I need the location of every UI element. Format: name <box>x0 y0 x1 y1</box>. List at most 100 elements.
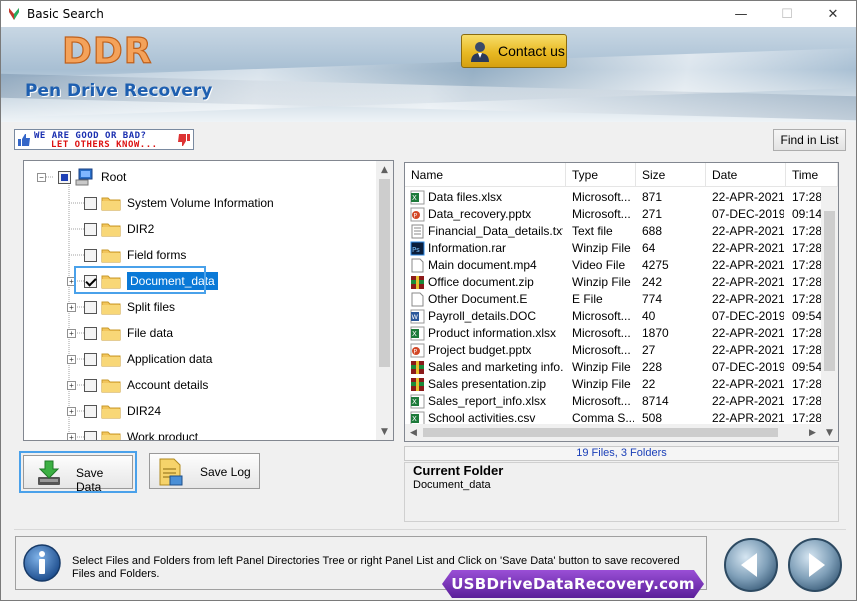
file-list-row[interactable]: X Data files.xlsx Microsoft... 871 22-APR-20… <box>405 189 822 206</box>
tree-item[interactable]: + Split files <box>67 295 176 319</box>
file-list-row[interactable]: Financial_Data_details.txt Text file 688 22… <box>405 223 822 240</box>
scroll-thumb[interactable] <box>379 179 390 367</box>
window-title: Basic Search <box>27 7 104 21</box>
expand-icon[interactable]: + <box>67 354 76 364</box>
tree-item[interactable]: + File data <box>67 321 173 345</box>
file-type: Microsoft... <box>572 309 631 323</box>
file-list-row[interactable]: Sales and marketing info.zip Winzip File 2… <box>405 359 822 376</box>
svg-text:X: X <box>412 194 417 202</box>
list-horizontal-scrollbar[interactable]: ◀ ▶ <box>405 424 821 441</box>
file-size: 688 <box>642 224 663 238</box>
folder-icon <box>101 353 121 367</box>
tree-root[interactable]: − Root <box>37 165 126 189</box>
folder-icon <box>101 379 121 393</box>
contact-us-button[interactable]: Contact us <box>461 34 567 68</box>
person-icon <box>471 42 489 62</box>
tree-item-checkbox[interactable] <box>84 222 97 236</box>
tree-item[interactable]: + Work product <box>67 425 198 440</box>
expand-icon[interactable]: + <box>67 432 76 440</box>
svg-text:X: X <box>412 415 417 423</box>
column-date[interactable]: Date <box>706 163 786 187</box>
file-type: Microsoft... <box>572 394 631 408</box>
file-list-row[interactable]: Main document.mp4 Video File 4275 22-APR-20… <box>405 257 822 274</box>
expand-icon[interactable]: + <box>67 328 76 338</box>
next-button-icon[interactable] <box>787 537 843 593</box>
file-list-row[interactable]: Sales presentation.zip Winzip File 22 22-AP… <box>405 376 822 393</box>
file-size: 242 <box>642 275 663 289</box>
file-list-row[interactable]: X Product information.xlsx Microsoft... 187… <box>405 325 822 342</box>
powerpoint-file-icon: P <box>410 343 425 358</box>
list-scroll-right-icon[interactable]: ▶ <box>804 424 821 441</box>
word-file-icon: W <box>410 309 425 324</box>
tree-item-checkbox[interactable] <box>84 248 97 262</box>
list-scroll-left-icon[interactable]: ◀ <box>405 424 422 441</box>
list-hscroll-thumb[interactable] <box>423 428 778 437</box>
tree-item-checkbox[interactable] <box>84 404 97 418</box>
tree-vertical-scrollbar[interactable]: ▲ ▼ <box>376 161 393 440</box>
file-type: Winzip File <box>572 377 631 391</box>
close-button[interactable]: ✕ <box>810 1 856 27</box>
tree-item[interactable]: + Application data <box>67 347 212 371</box>
save-log-button[interactable]: Save Log <box>149 453 260 489</box>
list-scroll-thumb[interactable] <box>824 211 835 371</box>
file-name: Product information.xlsx <box>428 326 557 340</box>
directory-tree[interactable]: − Root System Volume Information DIR2 Fiel… <box>23 160 394 441</box>
file-list-row[interactable]: Office document.zip Winzip File 242 22-APR-… <box>405 274 822 291</box>
tree-item-checkbox[interactable] <box>84 378 97 392</box>
tree-item[interactable]: + DIR24 <box>67 399 161 423</box>
scroll-down-arrow-icon[interactable]: ▼ <box>376 423 393 440</box>
column-time[interactable]: Time <box>786 163 838 187</box>
file-time: 17:28 <box>792 241 822 255</box>
file-size: 40 <box>642 309 656 323</box>
save-data-button[interactable]: Save Data <box>19 451 137 494</box>
current-folder-value: Document_data <box>413 479 491 491</box>
tree-item[interactable]: System Volume Information <box>84 191 274 215</box>
file-list[interactable]: Name Type Size Date Time X Data files.xls… <box>404 162 839 442</box>
maximize-button[interactable]: ☐ <box>764 1 810 27</box>
save-download-icon <box>38 460 60 485</box>
file-date: 22-APR-2021 <box>712 224 784 238</box>
file-time: 09:14 <box>792 207 822 221</box>
tree-item-checkbox[interactable] <box>84 430 97 440</box>
file-list-row[interactable]: Other Document.E E File 774 22-APR-2021 17:2… <box>405 291 822 308</box>
tree-item-checkbox[interactable] <box>84 352 97 366</box>
file-list-row[interactable]: W Payroll_details.DOC Microsoft... 40 07-DEC… <box>405 308 822 325</box>
expand-icon[interactable]: + <box>67 302 76 312</box>
file-list-row[interactable]: P Project budget.pptx Microsoft... 27 22-APR… <box>405 342 822 359</box>
tree-item[interactable]: DIR2 <box>84 217 154 241</box>
file-type: Winzip File <box>572 241 631 255</box>
file-size: 774 <box>642 292 663 306</box>
file-list-row[interactable]: Ps Information.rar Winzip File 64 22-APR-202… <box>405 240 822 257</box>
tree-item-checkbox[interactable] <box>84 326 97 340</box>
tree-item-checkbox[interactable] <box>84 196 97 210</box>
root-checkbox[interactable] <box>58 170 71 184</box>
text-file-icon <box>411 224 424 239</box>
column-size[interactable]: Size <box>636 163 706 187</box>
file-list-row[interactable]: P Data_recovery.pptx Microsoft... 271 07-DEC… <box>405 206 822 223</box>
collapse-icon[interactable]: − <box>37 172 46 182</box>
tree-item[interactable]: Field forms <box>84 243 186 267</box>
back-button-icon[interactable] <box>723 537 779 593</box>
file-name: Main document.mp4 <box>428 258 537 272</box>
app-icon <box>9 8 19 20</box>
find-in-list-button[interactable]: Find in List <box>773 129 846 151</box>
expand-icon[interactable]: + <box>67 380 76 390</box>
scroll-up-arrow-icon[interactable]: ▲ <box>376 161 393 178</box>
file-list-row[interactable]: X Sales_report_info.xlsx Microsoft... 8714 2… <box>405 393 822 410</box>
feedback-badge[interactable]: WE ARE GOOD OR BAD? LET OTHERS KNOW... <box>14 129 194 150</box>
website-banner[interactable]: USBDriveDataRecovery.com <box>442 570 704 598</box>
file-name: Sales presentation.zip <box>428 377 547 391</box>
tree-item-label: Split files <box>127 300 176 314</box>
file-name: Office document.zip <box>428 275 534 289</box>
column-name[interactable]: Name <box>405 163 566 187</box>
file-date: 07-DEC-2019 <box>712 309 784 323</box>
list-scroll-down-icon[interactable]: ▼ <box>821 424 838 441</box>
expand-icon[interactable]: + <box>67 406 76 416</box>
column-type[interactable]: Type <box>566 163 636 187</box>
tree-item-checkbox[interactable] <box>84 300 97 314</box>
list-vertical-scrollbar[interactable]: ▼ <box>821 187 838 441</box>
minimize-button[interactable]: — <box>718 1 764 27</box>
photoshop-file-icon: Ps <box>410 241 425 256</box>
file-type: Microsoft... <box>572 343 631 357</box>
tree-item[interactable]: + Account details <box>67 373 208 397</box>
